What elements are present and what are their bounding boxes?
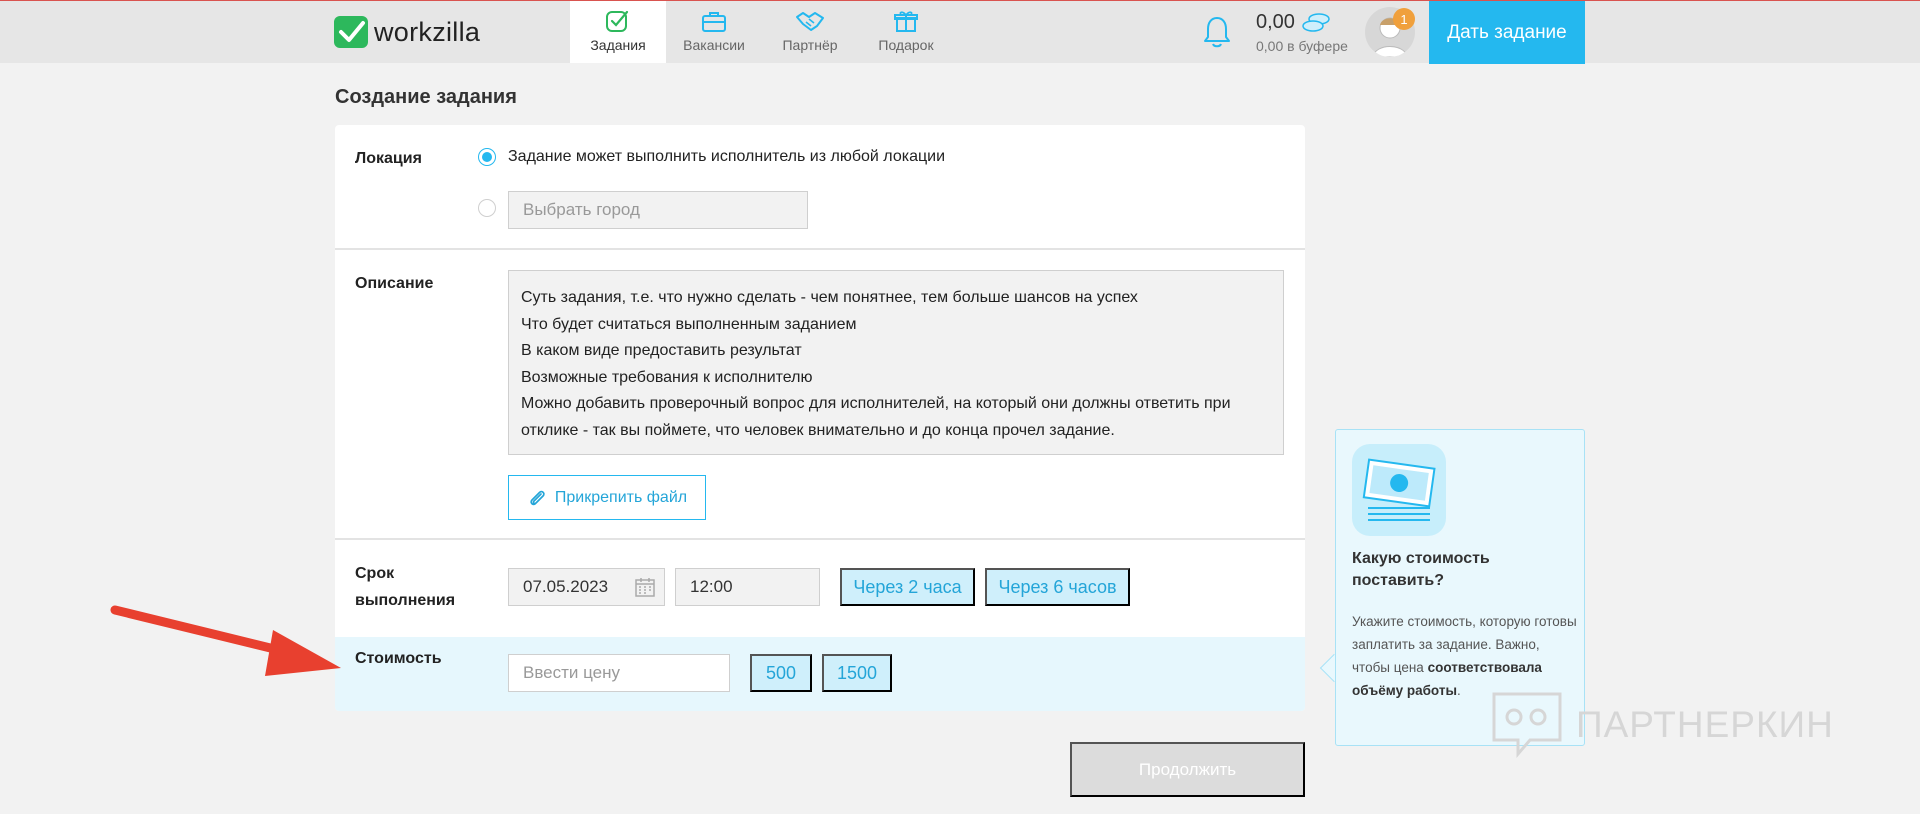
- banknote-icon: [1352, 444, 1446, 536]
- notification-badge: 1: [1393, 8, 1415, 30]
- description-textarea[interactable]: Суть задания, т.е. что нужно сделать - ч…: [508, 270, 1284, 455]
- tip-text: Укажите стоимость, которую готовы заплат…: [1352, 610, 1577, 702]
- nav-tasks[interactable]: Задания: [570, 1, 666, 63]
- price-1500-button[interactable]: 1500: [822, 654, 892, 692]
- balance-block[interactable]: 0,00 0,00 в буфере: [1256, 11, 1348, 54]
- main-nav: Задания Вакансии Партнёр Подарок: [570, 1, 954, 63]
- tip-text-end: .: [1456, 683, 1461, 698]
- city-select[interactable]: [508, 191, 808, 229]
- red-arrow-icon: [110, 605, 341, 676]
- deadline-6h-button[interactable]: Через 6 часов: [985, 568, 1130, 606]
- attach-file-label: Прикрепить файл: [554, 488, 688, 506]
- bell-icon[interactable]: [1202, 15, 1232, 54]
- deadline-label-line1: Срок: [355, 565, 395, 582]
- divider: [335, 538, 1305, 540]
- price-label: Стоимость: [355, 650, 442, 667]
- time-input[interactable]: 12:00: [675, 568, 820, 606]
- deadline-label-line2: выполнения: [355, 592, 456, 609]
- tasks-check-icon: [606, 10, 629, 32]
- watermark: ПАРТНЕРКИН: [1490, 690, 1834, 760]
- description-line: Что будет считаться выполненным заданием: [521, 315, 857, 333]
- page-title: Создание задания: [335, 86, 517, 108]
- calendar-icon[interactable]: [634, 576, 656, 598]
- date-value: 07.05.2023: [523, 577, 609, 596]
- location-any-label: Задание может выполнить исполнитель из л…: [508, 148, 945, 165]
- watermark-text: ПАРТНЕРКИН: [1576, 704, 1834, 745]
- divider: [335, 248, 1305, 250]
- nav-gift-label: Подарок: [878, 37, 934, 53]
- price-500-button[interactable]: 500: [750, 654, 812, 692]
- buffer-amount: 0,00 в буфере: [1256, 38, 1348, 54]
- description-line: Можно добавить проверочный вопрос для ис…: [521, 395, 1231, 412]
- price-input[interactable]: [508, 654, 730, 692]
- nav-tasks-label: Задания: [590, 37, 646, 53]
- nav-vacancies[interactable]: Вакансии: [666, 1, 762, 63]
- balance-amount-row: 0,00: [1256, 11, 1348, 34]
- description-line: Возможные требования к исполнителю: [521, 368, 813, 386]
- price-row: Стоимость: [335, 637, 1305, 711]
- deadline-2h-button[interactable]: Через 2 часа: [840, 568, 975, 606]
- logo-check-icon: [334, 16, 368, 48]
- nav-gift[interactable]: Подарок: [858, 1, 954, 63]
- paperclip-icon: [530, 490, 545, 505]
- location-label: Локация: [355, 150, 422, 167]
- description-label: Описание: [355, 275, 434, 292]
- date-input[interactable]: 07.05.2023: [508, 568, 665, 606]
- deadline-label: Срок выполнения: [355, 560, 455, 614]
- watermark-logo-icon: [1492, 692, 1562, 759]
- location-city-radio[interactable]: [478, 199, 496, 217]
- location-any-radio[interactable]: [478, 148, 496, 166]
- nav-partner-label: Партнёр: [782, 37, 838, 53]
- give-task-button[interactable]: Дать задание: [1429, 1, 1585, 64]
- gift-icon: [894, 11, 918, 32]
- time-value: 12:00: [690, 577, 733, 596]
- description-line: Суть задания, т.е. что нужно сделать - ч…: [521, 289, 1138, 306]
- task-form-card: Локация Задание может выполнить исполнит…: [335, 125, 1305, 711]
- nav-partner[interactable]: Партнёр: [762, 1, 858, 63]
- nav-vacancies-label: Вакансии: [683, 37, 745, 53]
- balance-amount: 0,00: [1256, 11, 1295, 33]
- tip-title: Какую стоимость поставить?: [1352, 550, 1490, 589]
- description-line: В каком виде предоставить результат: [521, 342, 802, 359]
- description-line: отклике - так вы поймете, что человек вн…: [521, 421, 1115, 439]
- workzilla-logo[interactable]: workzilla: [334, 16, 480, 48]
- handshake-icon: [796, 12, 824, 31]
- logo-text: workzilla: [374, 16, 481, 47]
- attach-file-button[interactable]: Прикрепить файл: [508, 475, 706, 520]
- continue-button[interactable]: Продолжить: [1070, 742, 1305, 797]
- coins-icon: [1302, 12, 1330, 32]
- briefcase-icon: [702, 12, 726, 32]
- top-header: workzilla Задания Вакансии Партнёр Подар…: [0, 1, 1920, 64]
